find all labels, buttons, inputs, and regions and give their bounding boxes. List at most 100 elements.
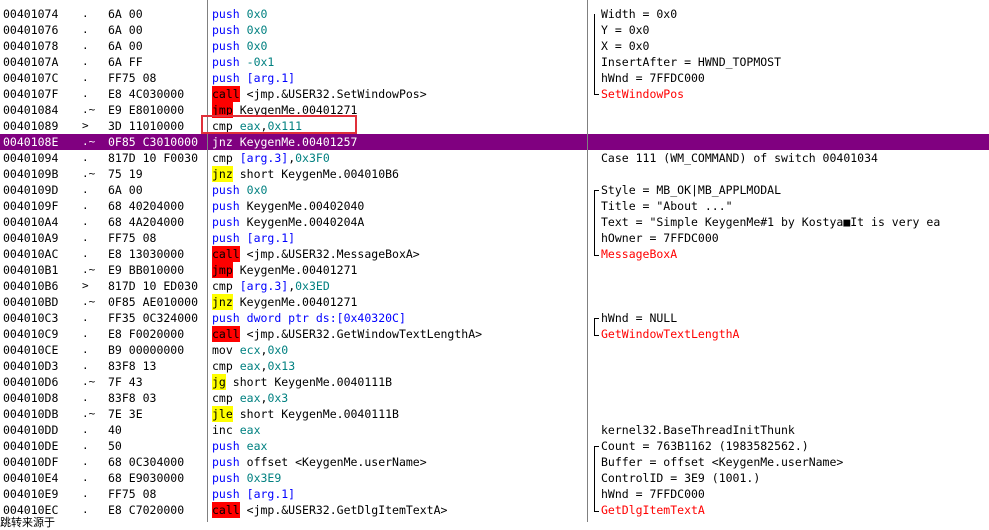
jump-arrow: > — [82, 119, 89, 132]
disasm-row[interactable]: 0040109D. 6A 00 push 0x0 Style = MB_OK|MB_A… — [0, 182, 989, 198]
address-cell: 0040107A — [3, 55, 59, 69]
disasm-row[interactable]: 004010D6 .~ 7F 43 jg short KeygenMe.0040111… — [0, 374, 989, 390]
address-cell: 004010AC — [3, 247, 59, 261]
address-cell: 004010B1 — [3, 263, 59, 277]
disasm-row[interactable]: 004010DB .~ 7E 3E jle short KeygenMe.004011… — [0, 406, 989, 422]
disassembly-view[interactable]: 00401074. 6A 00 push 0x0 Width = 0x0 0040107… — [0, 0, 989, 522]
disasm-row[interactable]: 00401084 .~ E9 E8010000 jmp KeygenMe.004012… — [0, 102, 989, 118]
hex-bytes-cell: 75 19 — [108, 167, 143, 181]
disasm-row[interactable]: 004010DF. 68 0C304000 push offset <KeygenM… — [0, 454, 989, 470]
address-cell: 0040107C — [3, 71, 59, 85]
disasm-row[interactable]: 004010AC. E8 13030000 call <jmp.&USER32.Me… — [0, 246, 989, 262]
column-separator — [587, 0, 588, 522]
disasm-row[interactable]: 004010C9. E8 F0020000 call <jmp.&USER32.Ge… — [0, 326, 989, 342]
disasm-row[interactable]: 0040109F. 68 40204000 push KeygenMe.004020… — [0, 198, 989, 214]
disasm-row[interactable]: 0040107F. E8 4C030000 call <jmp.&USER32.Se… — [0, 86, 989, 102]
disasm-row[interactable]: 004010DD. 40 inc eax kernel32.BaseThreadIni… — [0, 422, 989, 438]
disasm-row[interactable]: 004010B6 >817D 10 ED030 cmp [arg.3],0x3ED — [0, 278, 989, 294]
hex-bytes-cell: B9 00000000 — [108, 343, 185, 357]
jump-arrow: . — [82, 487, 89, 500]
comment-cell: GetWindowTextLengthA — [601, 327, 740, 341]
mnemonic: push — [212, 215, 240, 229]
disasm-row[interactable]: 004010B1 .~ E9 BB010000 jmp KeygenMe.004012… — [0, 262, 989, 278]
address-cell: 0040109F — [3, 199, 59, 213]
comment-cell — [601, 342, 989, 358]
instruction-cell: push dword ptr ds:[0x40320C] — [212, 310, 586, 326]
disasm-row[interactable]: 004010A4. 68 4A204000 push KeygenMe.004020… — [0, 214, 989, 230]
instruction-cell: push 0x0 — [212, 6, 586, 22]
jump-arrow: .~ — [82, 167, 96, 180]
disasm-row[interactable]: 00401089 >3D 11010000 cmp eax,0x111 — [0, 118, 989, 134]
disasm-row[interactable]: 004010BD .~ 0F85 AE010000 jnz KeygenMe.0040… — [0, 294, 989, 310]
comment-cell — [601, 166, 989, 182]
address-cell: 004010B6 — [3, 279, 59, 293]
address-cell: 004010DF — [3, 455, 59, 469]
address-cell: 0040109D — [3, 183, 59, 197]
jump-arrow: . — [82, 455, 89, 468]
address-cell: 00401084 — [3, 103, 59, 117]
instruction-cell: call <jmp.&USER32.GetWindowTextLengthA> — [212, 326, 586, 342]
address-cell: 004010E4 — [3, 471, 59, 485]
jump-arrow: . — [82, 183, 89, 196]
operand: 0x0 — [246, 7, 268, 21]
jump-arrow: .~ — [82, 295, 96, 308]
operand: [arg.1] — [246, 487, 296, 501]
disasm-row[interactable]: 004010E4. 68 E9030000 push 0x3E9 ControlID … — [0, 470, 989, 486]
hex-bytes-cell: FF35 0C324000 — [108, 311, 199, 325]
instruction-cell: jle short KeygenMe.0040111B — [212, 406, 586, 422]
hex-bytes-cell: 68 0C304000 — [108, 455, 185, 469]
address-cell: 00401078 — [3, 39, 59, 53]
comment-cell: hWnd = 7FFDC000 — [601, 71, 705, 85]
address-cell: 004010A9 — [3, 231, 59, 245]
address-cell: 004010DB — [3, 407, 59, 421]
jump-arrow: . — [82, 311, 89, 324]
hex-bytes-cell: 7F 43 — [108, 375, 143, 389]
disasm-row[interactable]: 004010C3. FF35 0C324000 push dword ptr ds:… — [0, 310, 989, 326]
hex-bytes-cell: E8 13030000 — [108, 247, 185, 261]
instruction-cell: push KeygenMe.00402040 — [212, 198, 586, 214]
disasm-row[interactable]: 004010D3. 83F8 13 cmp eax,0x13 — [0, 358, 989, 374]
comment-cell: Count = 763B1162 (1983582562.) — [601, 439, 809, 453]
instruction-cell: push KeygenMe.0040204A — [212, 214, 586, 230]
instruction-cell: push [arg.1] — [212, 70, 586, 86]
operand: -0x1 — [246, 55, 275, 69]
disasm-row[interactable]: 00401094. 817D 10 F0030 cmp [arg.3],0x3F0 C… — [0, 150, 989, 166]
hex-bytes-cell: 6A 00 — [108, 183, 143, 197]
disasm-row[interactable]: 00401078. 6A 00 push 0x0 X = 0x0 — [0, 38, 989, 54]
operand: short KeygenMe.0040111B — [239, 407, 399, 421]
hex-bytes-cell: 40 — [108, 423, 122, 437]
operand: 0x0 — [267, 343, 289, 357]
jump-arrow: . — [82, 471, 89, 484]
jump-arrow: . — [82, 199, 89, 212]
comment-cell: Style = MB_OK|MB_APPLMODAL — [601, 183, 782, 197]
mnemonic: jle — [212, 406, 233, 422]
hex-bytes-cell: FF75 08 — [108, 71, 157, 85]
disasm-row[interactable]: 0040109B .~ 75 19 jnz short KeygenMe.004010… — [0, 166, 989, 182]
disasm-row[interactable]: 004010E9. FF75 08 push [arg.1] hWnd = 7FFDC… — [0, 486, 989, 502]
disasm-row[interactable]: 00401076. 6A 00 push 0x0 Y = 0x0 — [0, 22, 989, 38]
jump-arrow: .~ — [82, 407, 96, 420]
address-cell: 004010E9 — [3, 487, 59, 501]
jump-arrow: . — [82, 327, 89, 340]
disasm-row[interactable]: 004010A9. FF75 08 push [arg.1] hOwner = 7FF… — [0, 230, 989, 246]
operand: short KeygenMe.004010B6 — [239, 167, 399, 181]
disasm-row[interactable]: 0040107A. 6A FF push -0x1 InsertAfter = HWN… — [0, 54, 989, 70]
disasm-row[interactable]: 0040108E .~ 0F85 C3010000 jnz KeygenMe.0040… — [0, 134, 989, 150]
hex-bytes-cell: FF75 08 — [108, 231, 157, 245]
comment-cell: ControlID = 3E9 (1001.) — [601, 471, 761, 485]
mnemonic: cmp — [212, 359, 233, 373]
mnemonic: call — [212, 246, 240, 262]
jump-arrow: > — [82, 279, 89, 292]
disasm-row[interactable]: 0040107C. FF75 08 push [arg.1] hWnd = 7FFDC… — [0, 70, 989, 86]
disasm-row[interactable]: 004010D8. 83F8 03 cmp eax,0x3 — [0, 390, 989, 406]
comment-cell — [601, 102, 989, 118]
disasm-row[interactable]: 004010CE. B9 00000000 mov ecx,0x0 — [0, 342, 989, 358]
disasm-row[interactable]: 004010EC. E8 C7020000 call <jmp.&USER32.Ge… — [0, 502, 989, 518]
arg-bracket — [594, 190, 599, 256]
jump-arrow: .~ — [82, 103, 96, 116]
disasm-row[interactable]: 004010DE. 50 push eax Count = 763B1162 (198… — [0, 438, 989, 454]
column-separator — [207, 0, 208, 522]
instruction-cell: cmp eax,0x3 — [212, 390, 586, 406]
disasm-row[interactable]: 00401074. 6A 00 push 0x0 Width = 0x0 — [0, 6, 989, 22]
address-cell: 004010CE — [3, 343, 59, 357]
